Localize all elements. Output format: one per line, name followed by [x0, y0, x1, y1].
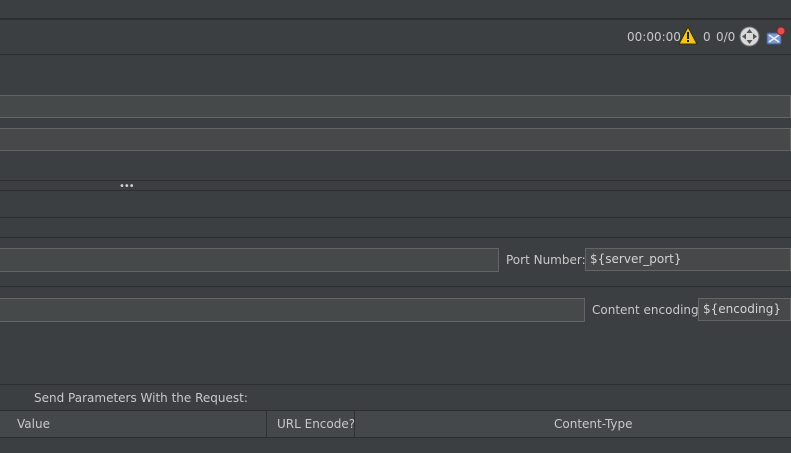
section-divider	[0, 237, 791, 238]
section-divider	[0, 384, 791, 385]
thread-count: 0/0	[716, 30, 736, 44]
name-field[interactable]	[0, 95, 791, 118]
section-divider	[0, 286, 791, 287]
section-divider	[0, 190, 791, 191]
server-name-field[interactable]	[0, 248, 499, 272]
status-toolbar: 00:00:00 0 0/0	[0, 19, 791, 55]
comments-field[interactable]	[0, 128, 791, 151]
content-encoding-field[interactable]: ${encoding}	[698, 298, 791, 321]
content-encoding-label: Content encoding:	[592, 303, 703, 317]
path-field[interactable]	[0, 298, 585, 322]
column-header-url-encode[interactable]: URL Encode?	[277, 417, 355, 431]
column-separator[interactable]	[266, 411, 267, 437]
parameters-title: Send Parameters With the Request:	[34, 391, 248, 405]
port-number-label: Port Number:	[506, 253, 586, 267]
column-header-value[interactable]: Value	[17, 417, 50, 431]
warning-count: 0	[703, 30, 711, 44]
column-header-content-type[interactable]: Content-Type	[554, 417, 633, 431]
elapsed-time: 00:00:00	[627, 30, 681, 44]
warning-icon[interactable]	[678, 25, 698, 48]
column-separator[interactable]	[354, 411, 355, 437]
remote-start-icon[interactable]	[739, 26, 760, 50]
port-number-field[interactable]: ${server_port}	[585, 248, 791, 271]
parameters-table-header: Value URL Encode? Content-Type	[0, 410, 791, 438]
section-divider	[0, 217, 791, 218]
clear-all-icon[interactable]	[765, 26, 787, 49]
